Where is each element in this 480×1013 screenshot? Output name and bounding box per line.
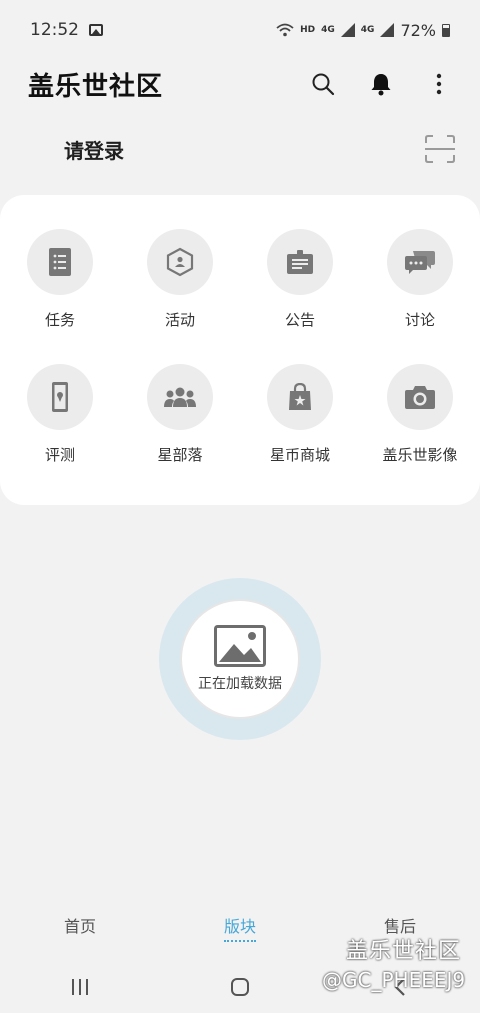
grid-item-tribe[interactable]: 星部落 — [120, 364, 240, 499]
grid-item-task[interactable]: 任务 — [0, 229, 120, 364]
tab-sections[interactable]: 版块 — [160, 905, 320, 945]
announcement-board-icon — [287, 250, 313, 274]
watermark-handle: @GC_PHEEEJ9 — [322, 968, 466, 992]
tab-home-label: 首页 — [63, 917, 96, 936]
battery-percent: 72% — [400, 20, 436, 40]
grid-label-activity: 活动 — [164, 311, 195, 329]
grid-label-imaging: 盖乐世影像 — [382, 446, 458, 464]
scan-icon — [425, 135, 455, 163]
grid-label-announcement: 公告 — [284, 311, 315, 329]
grid-label-discussion: 讨论 — [404, 311, 435, 329]
home-icon — [231, 977, 249, 996]
gallery-notification-icon — [89, 24, 103, 36]
task-list-icon — [49, 248, 71, 276]
app-title: 盖乐世社区 — [28, 71, 164, 102]
battery-icon — [442, 23, 450, 37]
image-placeholder-icon — [214, 625, 266, 667]
shopping-bag-star-icon — [289, 383, 311, 410]
group-people-icon — [164, 387, 196, 407]
grid-item-activity[interactable]: 活动 — [120, 229, 240, 364]
more-vertical-icon — [436, 73, 442, 95]
discussion-chat-icon — [405, 251, 435, 274]
grid-item-review[interactable]: 评测 — [0, 364, 120, 499]
bell-icon — [371, 74, 391, 96]
login-link[interactable]: 请登录 — [64, 135, 124, 164]
scan-button[interactable] — [424, 135, 456, 163]
wifi-icon — [276, 23, 294, 37]
grid-item-discussion[interactable]: 讨论 — [360, 229, 480, 364]
home-button[interactable] — [160, 977, 320, 997]
camera-icon — [405, 386, 435, 409]
grid-item-store[interactable]: 星币商城 — [240, 364, 360, 499]
signal-icon — [340, 23, 355, 37]
more-options-button[interactable] — [426, 71, 452, 97]
grid-label-review: 评测 — [44, 446, 75, 464]
status-bar: 12:52 HD 4G 4G 72% — [0, 0, 480, 60]
network-4g-label-1: 4G — [321, 25, 335, 35]
tab-sections-label: 版块 — [223, 917, 256, 942]
grid-label-store: 星币商城 — [269, 446, 330, 464]
grid-label-tribe: 星部落 — [157, 446, 203, 464]
network-4g-label-2: 4G — [360, 25, 375, 35]
recent-apps-icon — [72, 978, 88, 995]
recent-apps-button[interactable] — [0, 978, 160, 996]
phone-review-icon — [52, 382, 68, 412]
watermark-title: 盖乐世社区 — [346, 939, 462, 964]
activity-hexagon-icon — [166, 247, 194, 277]
app-header: 盖乐世社区 — [0, 60, 480, 108]
category-grid: 任务 活动 公告 讨论 评测 星部落 星币商城 盖乐世影像 — [0, 195, 480, 505]
grid-item-imaging[interactable]: 盖乐世影像 — [360, 364, 480, 499]
grid-item-announcement[interactable]: 公告 — [240, 229, 360, 364]
search-icon — [312, 73, 335, 96]
loading-text: 正在加载数据 — [198, 676, 282, 692]
search-button[interactable] — [310, 71, 336, 97]
status-time: 12:52 — [30, 20, 79, 40]
network-hd-label: HD — [300, 25, 316, 35]
loading-indicator: 正在加载数据 — [159, 578, 321, 740]
grid-label-task: 任务 — [44, 311, 75, 329]
signal-icon-2 — [380, 23, 395, 37]
notifications-button[interactable] — [368, 71, 394, 97]
tab-home[interactable]: 首页 — [0, 905, 160, 945]
login-row: 请登录 — [0, 128, 480, 170]
